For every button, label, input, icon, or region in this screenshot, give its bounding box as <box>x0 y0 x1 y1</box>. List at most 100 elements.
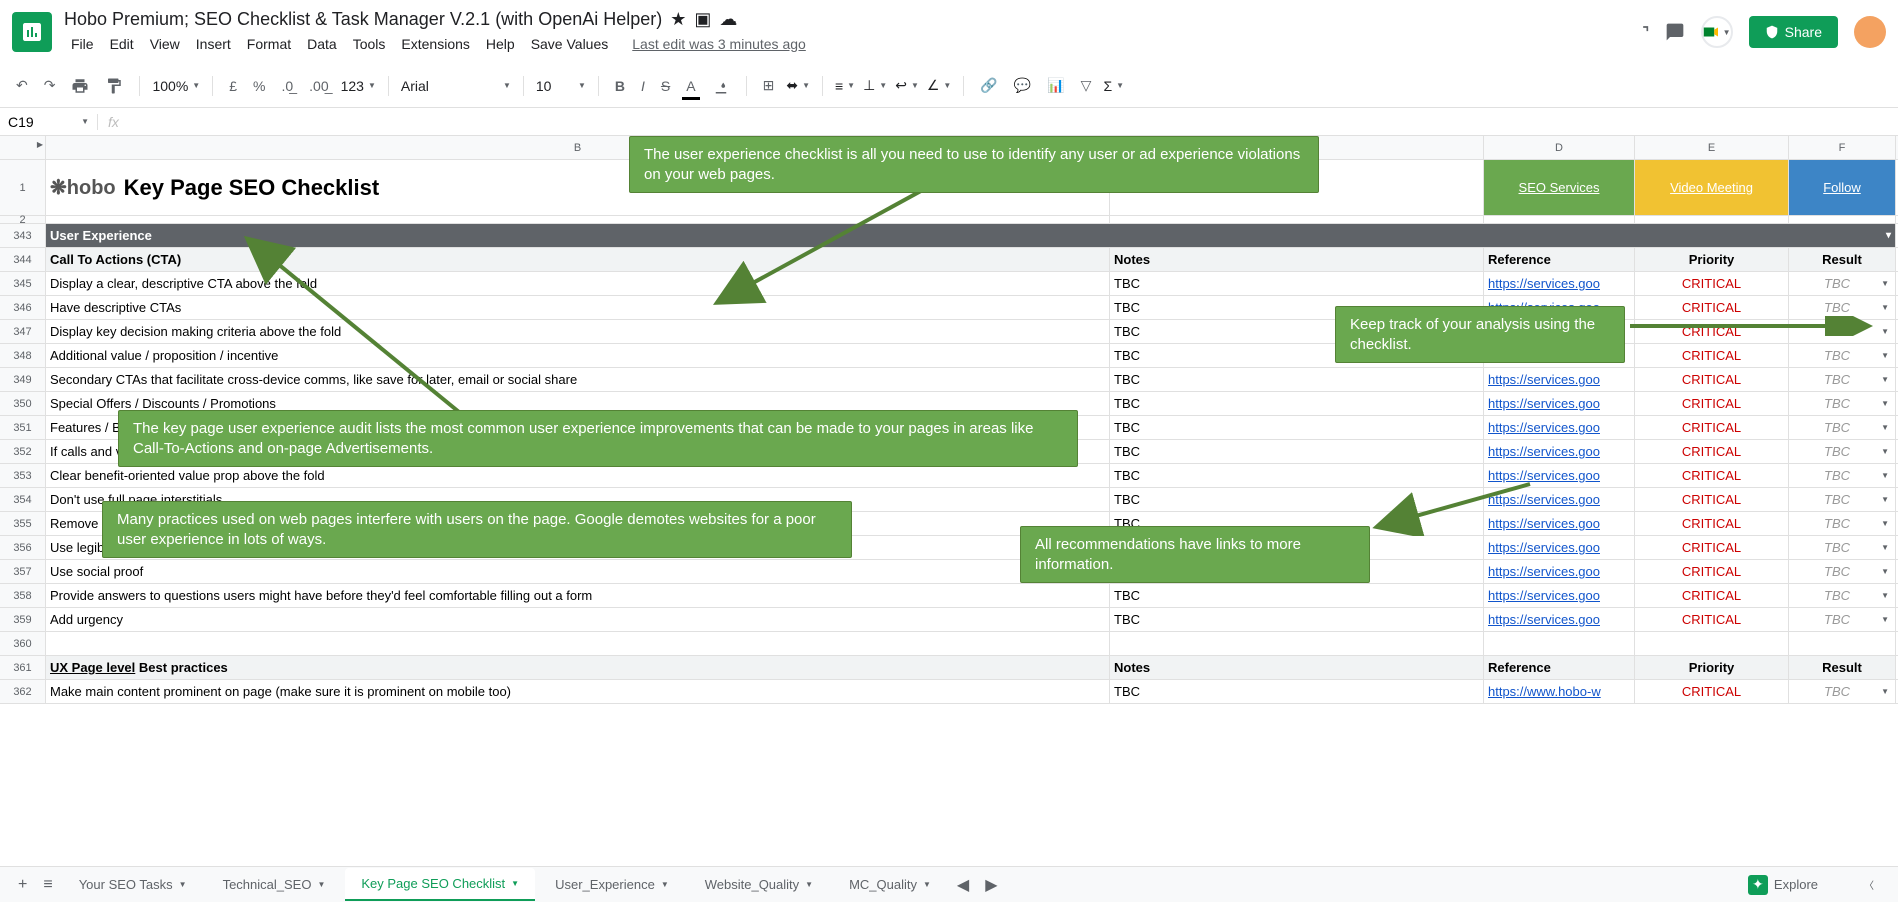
move-icon[interactable]: ▣ <box>694 9 711 30</box>
cell[interactable]: https://services.goo <box>1484 560 1635 583</box>
all-sheets-icon[interactable]: ≡ <box>37 870 58 900</box>
sheet-tab[interactable]: Website_Quality▼ <box>689 869 829 900</box>
sheet-tab[interactable]: Your SEO Tasks▼ <box>63 869 203 900</box>
cell[interactable]: TBC▼ <box>1789 608 1896 631</box>
row-number[interactable]: 355 <box>0 512 46 535</box>
comments-icon[interactable] <box>1665 22 1685 42</box>
cell[interactable]: TBC▼ <box>1789 344 1896 367</box>
currency-icon[interactable]: £ <box>225 74 241 98</box>
horizontal-align-dropdown[interactable]: ≡▼ <box>835 78 855 94</box>
dropdown-icon[interactable]: ▼ <box>1881 464 1889 487</box>
menu-edit[interactable]: Edit <box>103 32 141 56</box>
cell[interactable]: Reference <box>1484 656 1635 679</box>
dropdown-icon[interactable]: ▼ <box>1881 536 1889 559</box>
cell[interactable] <box>1484 632 1635 655</box>
scroll-left-icon[interactable]: ◀ <box>951 869 975 901</box>
cell[interactable]: TBC <box>1110 584 1484 607</box>
dropdown-icon[interactable]: ▼ <box>1881 560 1889 583</box>
cell[interactable]: TBC <box>1110 416 1484 439</box>
sheet-tab[interactable]: User_Experience▼ <box>539 869 685 900</box>
dropdown-icon[interactable]: ▼ <box>1881 416 1889 439</box>
cell[interactable]: TBC▼ <box>1789 488 1896 511</box>
cell[interactable]: Priority <box>1635 656 1789 679</box>
sheet-tab[interactable]: MC_Quality▼ <box>833 869 947 900</box>
scroll-right-icon[interactable]: ▶ <box>979 869 1003 901</box>
merge-dropdown[interactable]: ⬌▼ <box>786 77 810 94</box>
row-number[interactable]: 362 <box>0 680 46 703</box>
dropdown-icon[interactable]: ▼ <box>1881 680 1889 703</box>
redo-icon[interactable]: ↷ <box>40 73 60 98</box>
cell[interactable]: UX Page level Best practices <box>46 656 1110 679</box>
cell[interactable]: CRITICAL <box>1635 488 1789 511</box>
cell[interactable]: CRITICAL <box>1635 608 1789 631</box>
cell[interactable]: CRITICAL <box>1635 440 1789 463</box>
chevron-left-icon[interactable]: 〈 <box>1864 877 1874 892</box>
meet-button[interactable]: ▼ <box>1701 16 1733 48</box>
cell[interactable]: Add urgency <box>46 608 1110 631</box>
cell[interactable]: TBC▼ <box>1789 584 1896 607</box>
col-header-e[interactable]: E <box>1635 136 1789 159</box>
cell[interactable]: Notes <box>1110 656 1484 679</box>
col-header-f[interactable]: F <box>1789 136 1896 159</box>
cell[interactable] <box>46 632 1110 655</box>
zoom-dropdown[interactable]: 100%▼ <box>152 78 200 94</box>
paint-format-icon[interactable] <box>101 73 127 99</box>
row-number[interactable]: 344 <box>0 248 46 271</box>
cell[interactable]: CRITICAL <box>1635 272 1789 295</box>
cell[interactable]: Notes <box>1110 248 1484 271</box>
menu-view[interactable]: View <box>143 32 187 56</box>
cell[interactable]: https://services.goo <box>1484 608 1635 631</box>
cell[interactable]: TBC <box>1110 368 1484 391</box>
cell[interactable]: TBC <box>1110 440 1484 463</box>
row-number[interactable]: 349 <box>0 368 46 391</box>
cell[interactable]: https://services.goo <box>1484 416 1635 439</box>
follow-button[interactable]: Follow <box>1789 160 1896 215</box>
cell[interactable]: https://services.goo <box>1484 536 1635 559</box>
cell[interactable]: Secondary CTAs that facilitate cross-dev… <box>46 368 1110 391</box>
cell[interactable]: CRITICAL <box>1635 464 1789 487</box>
cell[interactable]: https://services.goo <box>1484 368 1635 391</box>
row-number[interactable]: 350 <box>0 392 46 415</box>
cell[interactable] <box>1789 632 1896 655</box>
decrease-decimal-icon[interactable]: .0̲ <box>277 74 297 98</box>
share-button[interactable]: Share <box>1749 16 1838 48</box>
cell[interactable]: CRITICAL <box>1635 416 1789 439</box>
dropdown-icon[interactable]: ▼ <box>1881 512 1889 535</box>
rotate-dropdown[interactable]: ∠▼ <box>927 77 951 94</box>
row-number[interactable]: 357 <box>0 560 46 583</box>
text-color-icon[interactable]: A <box>682 74 699 98</box>
user-avatar[interactable] <box>1854 16 1886 48</box>
dropdown-icon[interactable]: ▼ <box>1881 392 1889 415</box>
cell[interactable]: CRITICAL <box>1635 392 1789 415</box>
link-icon[interactable]: 🔗 <box>976 73 1001 98</box>
row-number[interactable]: 343 <box>0 224 46 247</box>
cell[interactable]: https://services.goo <box>1484 440 1635 463</box>
cell[interactable]: TBC▼ <box>1789 560 1896 583</box>
row-number[interactable]: 348 <box>0 344 46 367</box>
cell[interactable]: Clear benefit-oriented value prop above … <box>46 464 1110 487</box>
dropdown-icon[interactable]: ▼ <box>1881 488 1889 511</box>
row-number[interactable]: 352 <box>0 440 46 463</box>
cell[interactable]: https://www.hobo-w <box>1484 680 1635 703</box>
cell[interactable]: TBC▼ <box>1789 368 1896 391</box>
italic-icon[interactable]: I <box>637 74 649 98</box>
undo-icon[interactable]: ↶ <box>12 73 32 98</box>
cell[interactable]: https://services.goo <box>1484 392 1635 415</box>
dropdown-icon[interactable]: ▼ <box>1881 344 1889 367</box>
vertical-align-dropdown[interactable]: ⊥▼ <box>863 77 887 94</box>
cell[interactable]: TBC <box>1110 272 1484 295</box>
functions-dropdown[interactable]: Σ▼ <box>1103 78 1124 94</box>
row-number[interactable]: 351 <box>0 416 46 439</box>
cell[interactable]: https://services.goo <box>1484 584 1635 607</box>
increase-decimal-icon[interactable]: .00̲ <box>305 74 332 98</box>
cell[interactable]: Result <box>1789 248 1896 271</box>
activity-icon[interactable] <box>1629 22 1649 42</box>
cell[interactable]: TBC▼ <box>1789 440 1896 463</box>
cell[interactable]: Additional value / proposition / incenti… <box>46 344 1110 367</box>
cloud-icon[interactable]: ☁ <box>719 9 737 30</box>
cell[interactable]: Provide answers to questions users might… <box>46 584 1110 607</box>
row-number[interactable]: 358 <box>0 584 46 607</box>
row-number[interactable]: 354 <box>0 488 46 511</box>
menu-data[interactable]: Data <box>300 32 344 56</box>
seo-services-button[interactable]: SEO Services <box>1484 160 1635 215</box>
